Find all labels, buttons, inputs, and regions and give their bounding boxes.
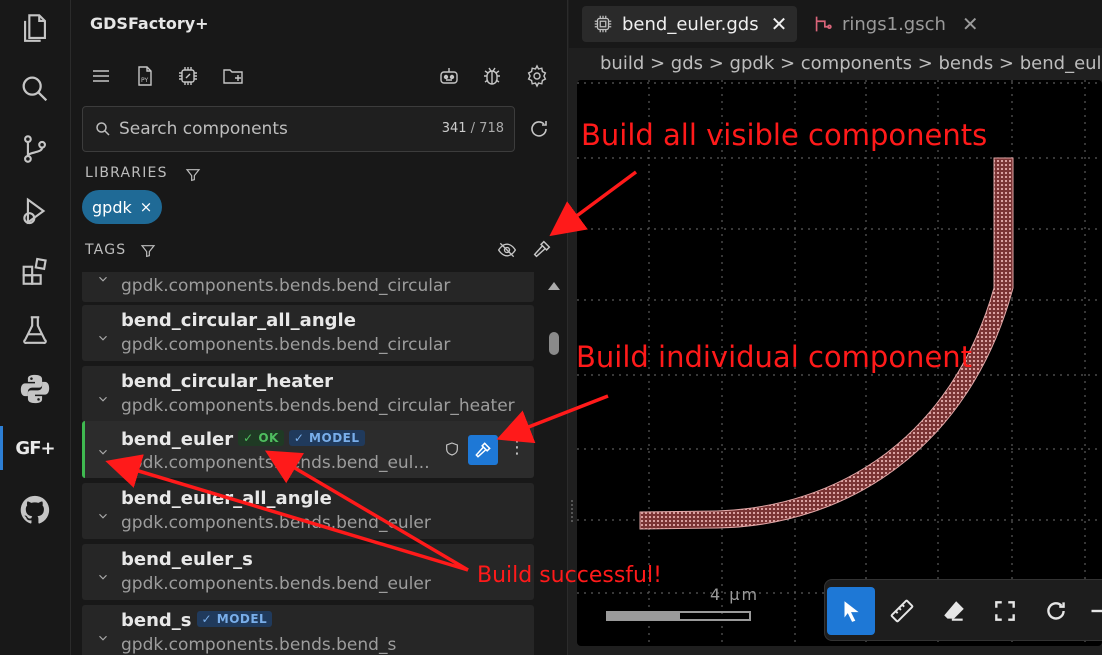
annotation-build-all: Build all visible components xyxy=(581,118,988,152)
build-component-button[interactable] xyxy=(468,435,498,465)
explorer-icon[interactable] xyxy=(15,8,55,48)
robot-icon[interactable] xyxy=(435,62,463,90)
scroll-up-arrow-icon[interactable] xyxy=(547,280,561,292)
more-options-icon[interactable]: ⋮ xyxy=(508,437,526,458)
close-tab-icon[interactable]: ✕ xyxy=(962,12,979,36)
close-tab-icon[interactable]: ✕ xyxy=(771,12,788,36)
chevron-down-icon[interactable] xyxy=(96,509,110,523)
ruler-tool-button[interactable] xyxy=(878,587,926,635)
tab-rings1-gsch[interactable]: rings1.gsch ✕ xyxy=(802,6,989,42)
component-card-bend-euler-s[interactable]: bend_euler_s gpdk.components.bends.bend_… xyxy=(82,544,534,600)
chevron-down-icon[interactable] xyxy=(96,445,110,459)
zoom-out-button[interactable] xyxy=(1083,587,1102,635)
libraries-label: LIBRARIES xyxy=(85,165,168,181)
component-card-bend-euler[interactable]: bend_euler ✓ OK ✓ MODEL gpdk.components.be… xyxy=(82,421,534,478)
python-icon[interactable] xyxy=(15,369,55,409)
library-chip-gpdk[interactable]: gpdk × xyxy=(82,190,163,224)
refresh-view-button[interactable] xyxy=(1032,587,1080,635)
model-badge: ✓ MODEL xyxy=(196,611,273,627)
component-card-bend-circular-all-angle[interactable]: bend_circular_all_angle gpdk.components.… xyxy=(82,305,534,361)
bug-icon[interactable] xyxy=(478,62,506,90)
eraser-icon xyxy=(944,601,964,621)
settings-gear-icon[interactable] xyxy=(523,62,551,90)
hammer-icon xyxy=(475,442,491,458)
component-card-bend-euler-all-angle[interactable]: bend_euler_all_angle gpdk.components.ben… xyxy=(82,483,534,539)
component-card-bend-s[interactable]: bend_s ✓ MODEL gpdk.components.bends.bend… xyxy=(82,605,534,655)
breadcrumb: build > gds > gpdk > components > bends … xyxy=(600,53,1102,74)
new-python-file-icon[interactable]: PY xyxy=(131,62,159,90)
minus-icon xyxy=(1091,609,1102,613)
sidebar-title: GDSFactory+ xyxy=(90,14,209,33)
chevron-down-icon[interactable] xyxy=(96,272,110,286)
scale-bar xyxy=(606,611,751,621)
active-indicator xyxy=(0,426,3,470)
select-tool-button[interactable] xyxy=(827,587,875,635)
fullscreen-icon xyxy=(995,601,1015,621)
new-component-chip-icon[interactable] xyxy=(174,62,202,90)
model-badge: ✓ MODEL xyxy=(288,430,365,446)
schematic-icon xyxy=(815,16,832,32)
refresh-icon[interactable] xyxy=(525,115,553,143)
editor-tabs: bend_euler.gds ✕ rings1.gsch ✕ xyxy=(569,0,1102,48)
component-list: gpdk.components.bends.bend_circular bend… xyxy=(82,272,534,655)
editor-area: bend_euler.gds ✕ rings1.gsch ✕ build > g… xyxy=(569,0,1102,655)
eraser-tool-button[interactable] xyxy=(930,587,978,635)
svg-text:PY: PY xyxy=(141,77,148,84)
new-folder-icon[interactable] xyxy=(219,62,247,90)
search-icon[interactable] xyxy=(15,69,55,109)
activity-bar: GF+ xyxy=(0,0,71,655)
reload-icon xyxy=(1047,602,1065,620)
tab-bend-euler-gds[interactable]: bend_euler.gds ✕ xyxy=(582,6,798,42)
resize-handle[interactable] xyxy=(571,500,574,522)
chevron-down-icon[interactable] xyxy=(96,570,110,584)
search-icon xyxy=(96,122,110,136)
hide-eye-off-icon[interactable] xyxy=(497,240,517,260)
search-result-count: 341 / 718 xyxy=(441,121,504,136)
chevron-down-icon[interactable] xyxy=(96,392,110,406)
gdsfactory-plus-icon[interactable]: GF+ xyxy=(15,428,55,468)
gdsfactory-sidebar: GDSFactory+ PY 341 / 718 LIBRARIES gpdk … xyxy=(71,0,568,655)
gds-chip-icon xyxy=(594,15,612,33)
ruler-icon xyxy=(890,599,914,623)
libraries-filter-icon[interactable] xyxy=(185,167,201,183)
scale-label: 4 µm xyxy=(710,585,760,604)
shield-icon[interactable] xyxy=(444,441,460,457)
component-card[interactable]: gpdk.components.bends.bend_circular xyxy=(82,272,534,302)
status-badge-ok: ✓ OK xyxy=(238,430,284,446)
chevron-down-icon[interactable] xyxy=(96,331,110,345)
viewer-toolbar xyxy=(824,579,1102,641)
annotation-build-success: Build successful! xyxy=(477,563,662,588)
extensions-icon[interactable] xyxy=(15,251,55,291)
component-card-bend-circular-heater[interactable]: bend_circular_heater gpdk.components.ben… xyxy=(82,366,534,422)
cursor-arrow-icon xyxy=(844,601,859,622)
remove-chip-icon[interactable]: × xyxy=(140,198,153,216)
testing-flask-icon[interactable] xyxy=(15,310,55,350)
github-icon[interactable] xyxy=(15,490,55,530)
list-scrollbar-thumb[interactable] xyxy=(549,332,559,355)
chevron-down-icon[interactable] xyxy=(96,631,110,645)
annotation-build-individual: Build individual component xyxy=(576,340,973,374)
tags-filter-icon[interactable] xyxy=(140,243,156,259)
menu-icon[interactable] xyxy=(87,62,115,90)
fit-view-button[interactable] xyxy=(981,587,1029,635)
build-all-hammer-icon[interactable] xyxy=(531,238,553,260)
tags-label: TAGS xyxy=(85,242,127,258)
component-search-box: 341 / 718 xyxy=(82,106,515,152)
component-search-input[interactable] xyxy=(119,117,439,141)
run-debug-icon[interactable] xyxy=(15,191,55,231)
source-control-icon[interactable] xyxy=(15,129,55,169)
